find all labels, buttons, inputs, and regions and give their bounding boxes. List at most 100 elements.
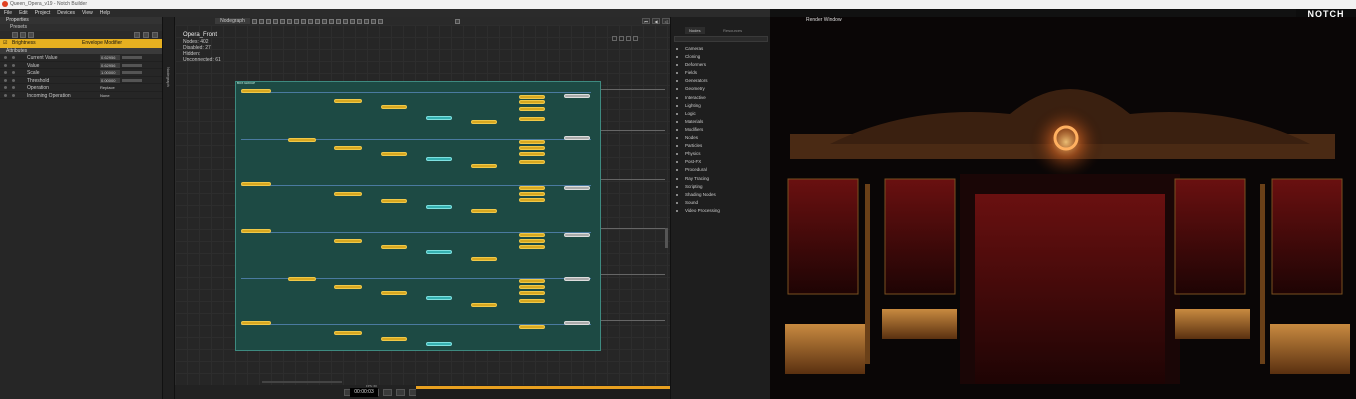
keyframe-icon[interactable]	[4, 86, 7, 89]
presets-dropdown[interactable]: Presets	[0, 24, 162, 31]
menu-edit[interactable]: Edit	[19, 9, 28, 17]
graph-node[interactable]	[288, 277, 316, 281]
expose-icon[interactable]	[12, 86, 15, 89]
node-category-item[interactable]: Scripting	[675, 183, 720, 191]
graph-node[interactable]	[241, 89, 271, 93]
node-category-item[interactable]: Geometry	[675, 85, 720, 93]
node-category-item[interactable]: Physics	[675, 150, 720, 158]
node-category-item[interactable]: Procedural	[675, 166, 720, 174]
graph-node[interactable]	[519, 291, 545, 295]
node-category-item[interactable]: Cameras	[675, 45, 720, 53]
node-category-item[interactable]: Post-FX	[675, 158, 720, 166]
threshold-field[interactable]: 0.00000	[100, 77, 120, 83]
zoom-tool-icon[interactable]	[266, 19, 271, 24]
node-category-item[interactable]: Shading Nodes	[675, 191, 720, 199]
node-category-item[interactable]: Generators	[675, 77, 720, 85]
current-value-field[interactable]: 0.62956	[100, 55, 120, 60]
tab-resources[interactable]: Resources	[719, 27, 746, 34]
expose-icon[interactable]	[12, 93, 15, 97]
graph-node[interactable]	[381, 152, 407, 156]
graph-node[interactable]	[426, 157, 452, 161]
value-field[interactable]: 0.62956	[100, 62, 120, 68]
step-back-icon[interactable]: ◀	[652, 18, 660, 24]
note-tool-icon[interactable]	[294, 19, 299, 24]
node-category-item[interactable]: Cloning	[675, 53, 720, 61]
expose-icon[interactable]	[12, 71, 15, 74]
graph-node[interactable]	[519, 146, 545, 150]
graph-node[interactable]	[241, 229, 271, 233]
lock-tool-icon[interactable]	[378, 19, 383, 24]
expose-tool-icon[interactable]	[371, 19, 376, 24]
graph-node[interactable]	[519, 285, 545, 289]
graph-node[interactable]	[519, 192, 545, 196]
graph-node[interactable]	[334, 99, 362, 103]
graph-node[interactable]	[288, 138, 316, 142]
layout-tool-icon[interactable]	[364, 19, 369, 24]
graph-node[interactable]	[381, 105, 407, 109]
selected-node-header[interactable]: ☑ Brightness Envelope Modifier	[0, 39, 162, 48]
graph-node[interactable]	[519, 140, 545, 144]
node-category-item[interactable]: Nodes	[675, 134, 720, 142]
threshold-slider[interactable]	[122, 78, 142, 82]
node-category-item[interactable]: Modifiers	[675, 126, 720, 134]
library-search-input[interactable]	[674, 36, 768, 42]
play-icon[interactable]	[396, 389, 405, 396]
node-category-item[interactable]: Interactive	[675, 94, 720, 102]
output-node[interactable]	[564, 277, 590, 281]
node-category-item[interactable]: Video Processing	[675, 207, 720, 215]
filter-icon[interactable]	[12, 32, 18, 38]
menu-view[interactable]: View	[82, 9, 93, 17]
collapse-icon[interactable]	[28, 32, 34, 38]
vertical-scrollbar[interactable]	[665, 228, 668, 248]
menu-icon[interactable]	[152, 32, 158, 38]
keyframe-icon[interactable]	[4, 63, 7, 67]
node-category-item[interactable]: Deformers	[675, 61, 720, 69]
node-category-item[interactable]: Particles	[675, 142, 720, 150]
timeline-range-bar[interactable]	[416, 386, 670, 389]
select-tool-icon[interactable]	[252, 19, 257, 24]
output-node[interactable]	[564, 136, 590, 140]
graph-node[interactable]	[519, 325, 545, 329]
graph-node[interactable]	[519, 152, 545, 156]
graph-node[interactable]	[471, 164, 497, 168]
graph-node[interactable]	[381, 199, 407, 203]
group-tool-icon[interactable]	[273, 19, 278, 24]
menu-devices[interactable]: Devices	[57, 9, 75, 17]
paste-tool-icon[interactable]	[322, 19, 327, 24]
graph-node[interactable]	[334, 146, 362, 150]
align-tool-icon[interactable]	[280, 19, 285, 24]
bypass-tool-icon[interactable]	[336, 19, 341, 24]
play-back-icon[interactable]: ◁	[662, 18, 670, 24]
graph-node[interactable]	[519, 299, 545, 303]
node-category-item[interactable]: Materials	[675, 118, 720, 126]
expose-icon[interactable]	[12, 56, 15, 59]
node-group-box[interactable]: BOX GROUP	[235, 81, 601, 351]
graph-node[interactable]	[381, 291, 407, 295]
graph-node[interactable]	[471, 209, 497, 213]
skip-start-icon[interactable]: ⏮	[642, 18, 650, 24]
graph-node[interactable]	[519, 186, 545, 190]
rewind-icon[interactable]	[383, 389, 392, 396]
keyframe-icon[interactable]	[4, 56, 7, 59]
graph-node[interactable]	[519, 160, 545, 164]
tab-nodes[interactable]: Nodes	[685, 27, 705, 34]
output-node[interactable]	[564, 233, 590, 237]
nodegraph-side-tab[interactable]: Nodegraph	[163, 17, 175, 399]
zoom-out-icon[interactable]	[626, 36, 631, 41]
expose-icon[interactable]	[12, 78, 15, 82]
close-view-icon[interactable]	[633, 36, 638, 41]
graph-node[interactable]	[426, 205, 452, 209]
link-tool-icon[interactable]	[343, 19, 348, 24]
graph-node[interactable]	[334, 239, 362, 243]
graph-node[interactable]	[519, 198, 545, 202]
operation-select[interactable]: Replace	[100, 85, 115, 90]
graph-node[interactable]	[519, 239, 545, 243]
graph-node[interactable]	[471, 257, 497, 261]
node-enabled-checkbox[interactable]: ☑	[3, 40, 7, 46]
grid-tool-icon[interactable]	[301, 19, 306, 24]
output-node[interactable]	[564, 94, 590, 98]
keyframe-icon[interactable]	[4, 78, 7, 82]
node-category-item[interactable]: Lighting	[675, 102, 720, 110]
graph-node[interactable]	[334, 331, 362, 335]
graph-node[interactable]	[426, 250, 452, 254]
